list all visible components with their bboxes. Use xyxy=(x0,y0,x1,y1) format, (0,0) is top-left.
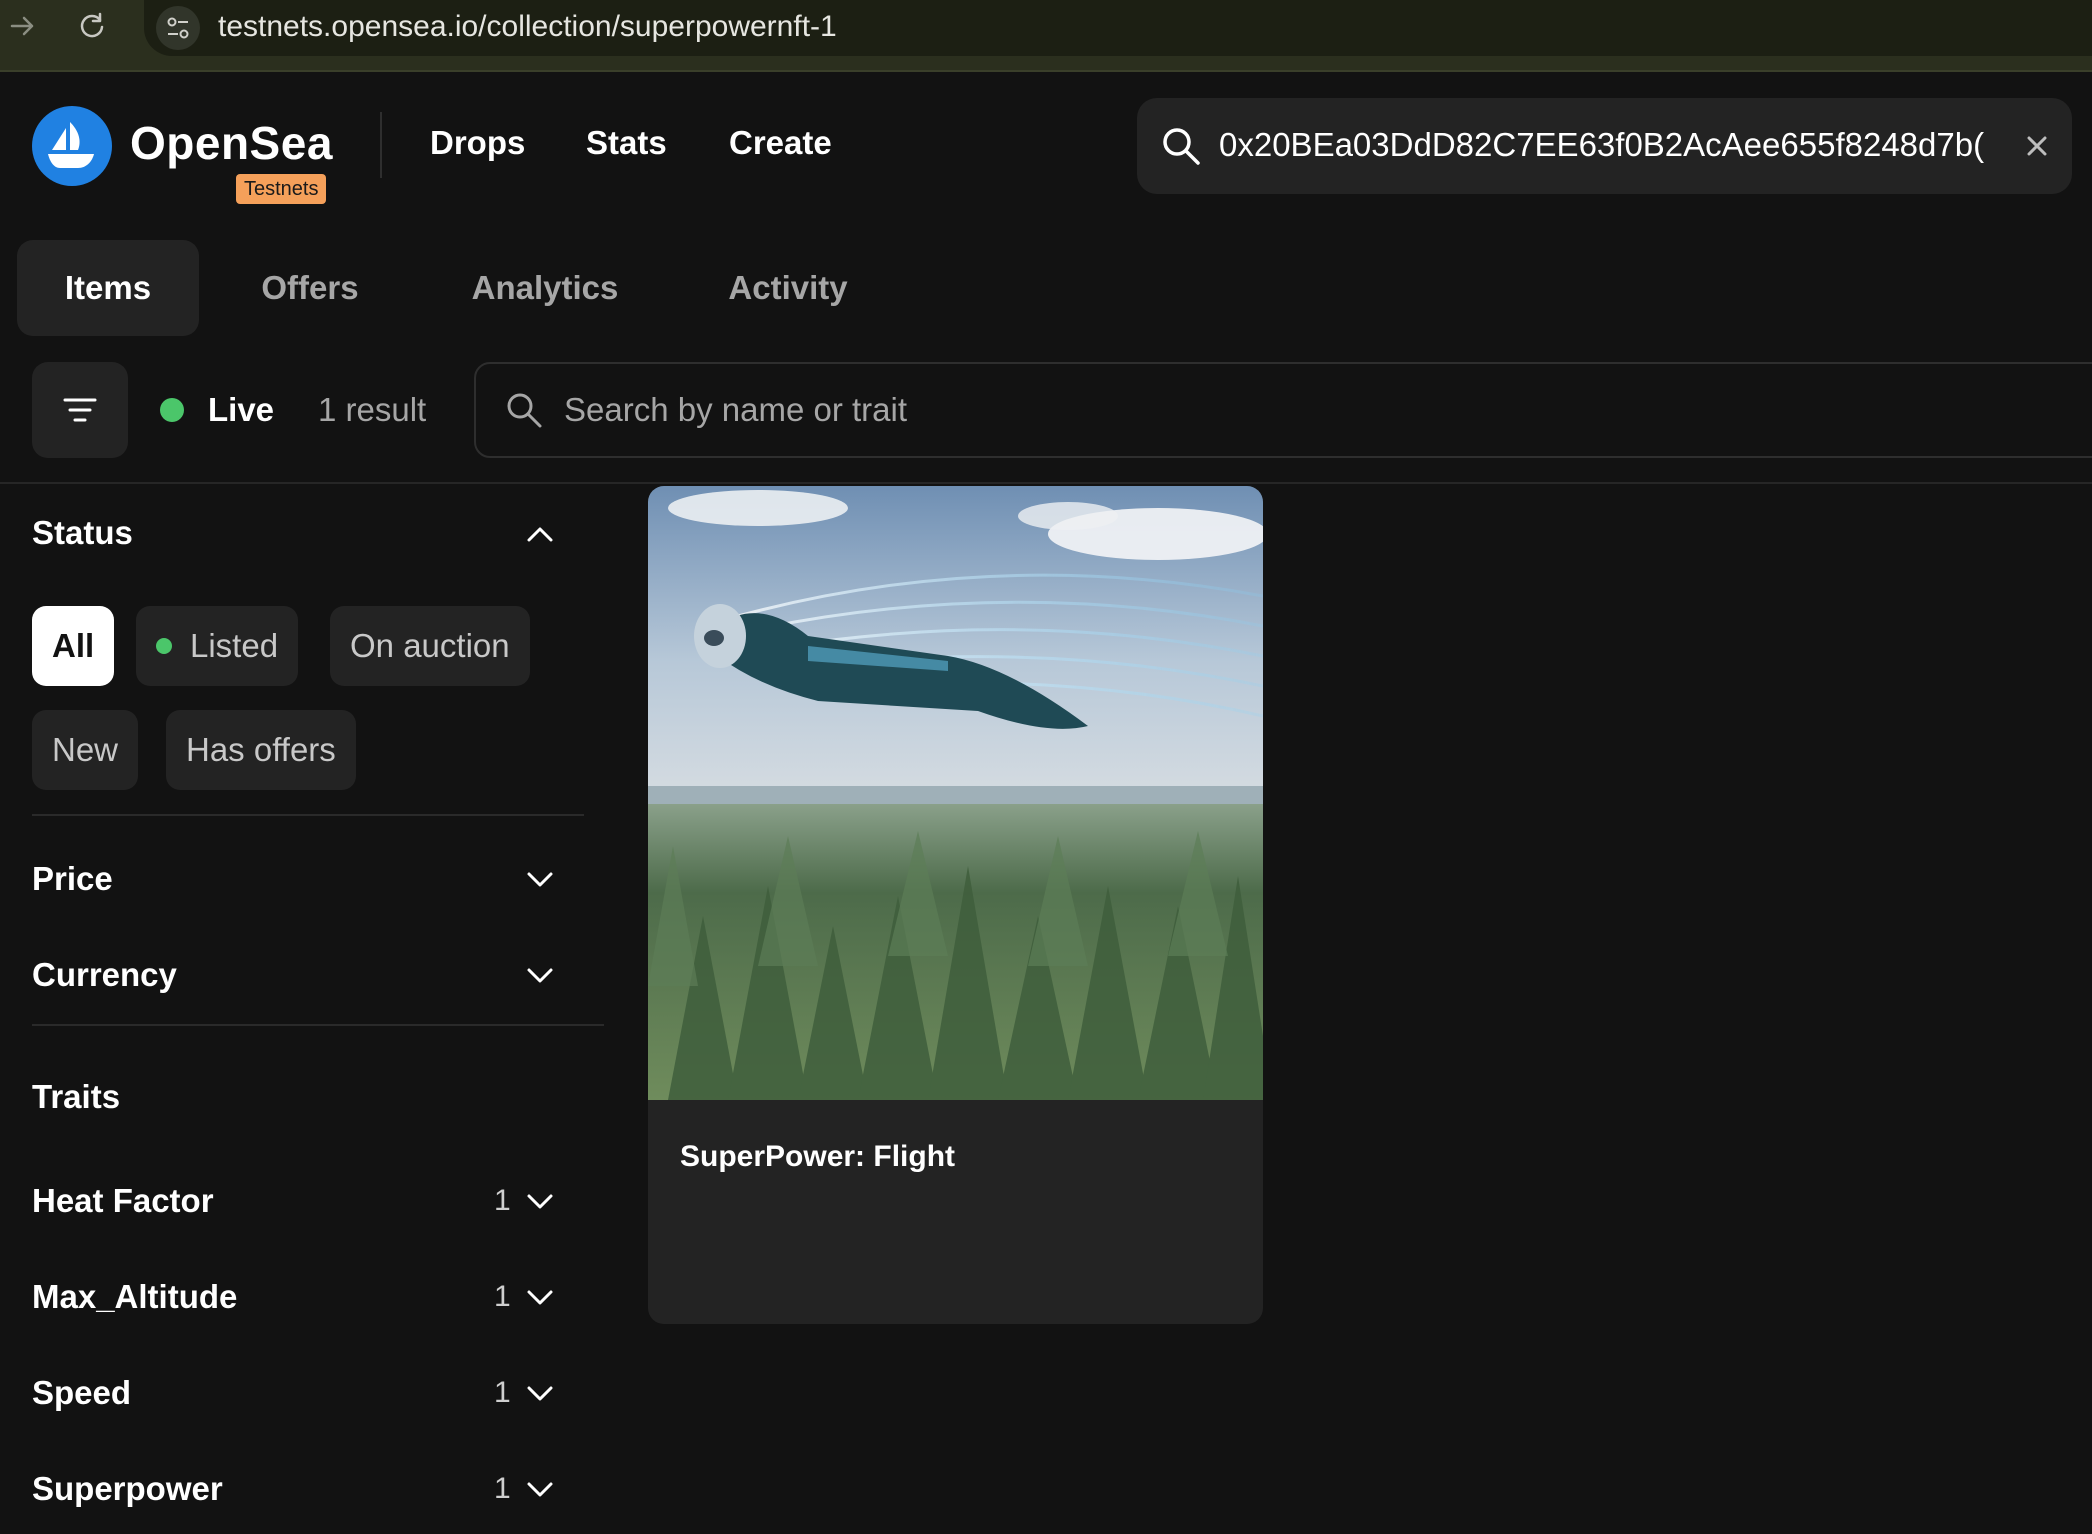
live-status-dot xyxy=(160,398,184,422)
nav-create[interactable]: Create xyxy=(729,124,832,162)
forward-arrow-icon[interactable] xyxy=(2,6,42,46)
tab-activity[interactable]: Activity xyxy=(710,240,866,336)
tab-offers[interactable]: Offers xyxy=(240,240,380,336)
currency-section-title[interactable]: Currency xyxy=(32,956,177,994)
search-icon xyxy=(507,393,542,428)
trait-count: 1 xyxy=(494,1280,511,1313)
sidebar-divider xyxy=(32,814,584,816)
status-section-title[interactable]: Status xyxy=(32,514,133,552)
live-label: Live xyxy=(208,391,275,428)
price-section-title[interactable]: Price xyxy=(32,860,113,898)
tab-items[interactable]: Items xyxy=(17,240,199,336)
nft-card[interactable]: SuperPower: Flight xyxy=(648,486,1263,1324)
reload-icon[interactable] xyxy=(72,6,112,46)
site-settings-icon[interactable] xyxy=(156,6,200,50)
nft-image[interactable] xyxy=(648,486,1263,1100)
status-chip-listed[interactable]: Listed xyxy=(136,606,299,686)
tab-analytics[interactable]: Analytics xyxy=(450,240,640,336)
sidebar-divider xyxy=(32,1024,604,1026)
nft-card-title[interactable]: SuperPower: Flight xyxy=(680,1140,955,1174)
result-count: 1 result xyxy=(318,391,427,428)
testnets-badge: Testnets xyxy=(236,174,327,204)
chevron-up-icon[interactable] xyxy=(520,514,560,554)
chevron-down-icon[interactable] xyxy=(520,860,560,900)
trait-superpower[interactable]: Superpower xyxy=(32,1470,223,1508)
trait-count: 1 xyxy=(494,1184,511,1217)
trait-speed[interactable]: Speed xyxy=(32,1374,131,1412)
listed-dot xyxy=(156,638,172,654)
trait-count: 1 xyxy=(494,1376,511,1409)
status-chip-has-offers[interactable]: Has offers xyxy=(166,710,356,790)
browser-toolbar: testnets.opensea.io/collection/superpowe… xyxy=(0,0,2092,72)
toolbar-divider xyxy=(0,482,2092,484)
trait-count: 1 xyxy=(494,1472,511,1505)
global-search-bar[interactable]: 0x20BEa03DdD82C7EE63f0B2AcAee655f8248d7b… xyxy=(1137,98,2072,194)
close-icon[interactable] xyxy=(2017,126,2057,166)
chevron-down-icon[interactable] xyxy=(520,956,560,996)
nav-drops[interactable]: Drops xyxy=(430,124,525,162)
status-chip-listed-label: Listed xyxy=(190,627,279,664)
opensea-logo-icon[interactable] xyxy=(32,106,112,186)
trait-heat-factor[interactable]: Heat Factor xyxy=(32,1182,214,1220)
url-text: testnets.opensea.io/collection/superpowe… xyxy=(218,10,837,43)
filter-toggle-button[interactable] xyxy=(32,362,128,458)
chevron-down-icon[interactable] xyxy=(520,1182,560,1222)
filter-icon xyxy=(63,398,97,422)
trait-max-altitude[interactable]: Max_Altitude xyxy=(32,1278,237,1316)
traits-section-title: Traits xyxy=(32,1078,121,1115)
header-divider xyxy=(380,112,382,178)
logo-wordmark[interactable]: OpenSea xyxy=(130,116,333,170)
nav-stats[interactable]: Stats xyxy=(586,124,667,162)
item-search-input[interactable] xyxy=(564,386,1464,434)
item-search-bar[interactable] xyxy=(474,362,2092,458)
chevron-down-icon[interactable] xyxy=(520,1278,560,1318)
address-bar[interactable]: testnets.opensea.io/collection/superpowe… xyxy=(144,0,2092,56)
status-chip-new[interactable]: New xyxy=(32,710,139,790)
status-chip-all[interactable]: All xyxy=(32,606,115,686)
chevron-down-icon[interactable] xyxy=(520,1470,560,1510)
search-icon xyxy=(1163,128,1200,165)
global-search-input[interactable]: 0x20BEa03DdD82C7EE63f0B2AcAee655f8248d7b… xyxy=(1219,126,2024,164)
chevron-down-icon[interactable] xyxy=(520,1374,560,1414)
status-chip-on-auction[interactable]: On auction xyxy=(330,606,530,686)
